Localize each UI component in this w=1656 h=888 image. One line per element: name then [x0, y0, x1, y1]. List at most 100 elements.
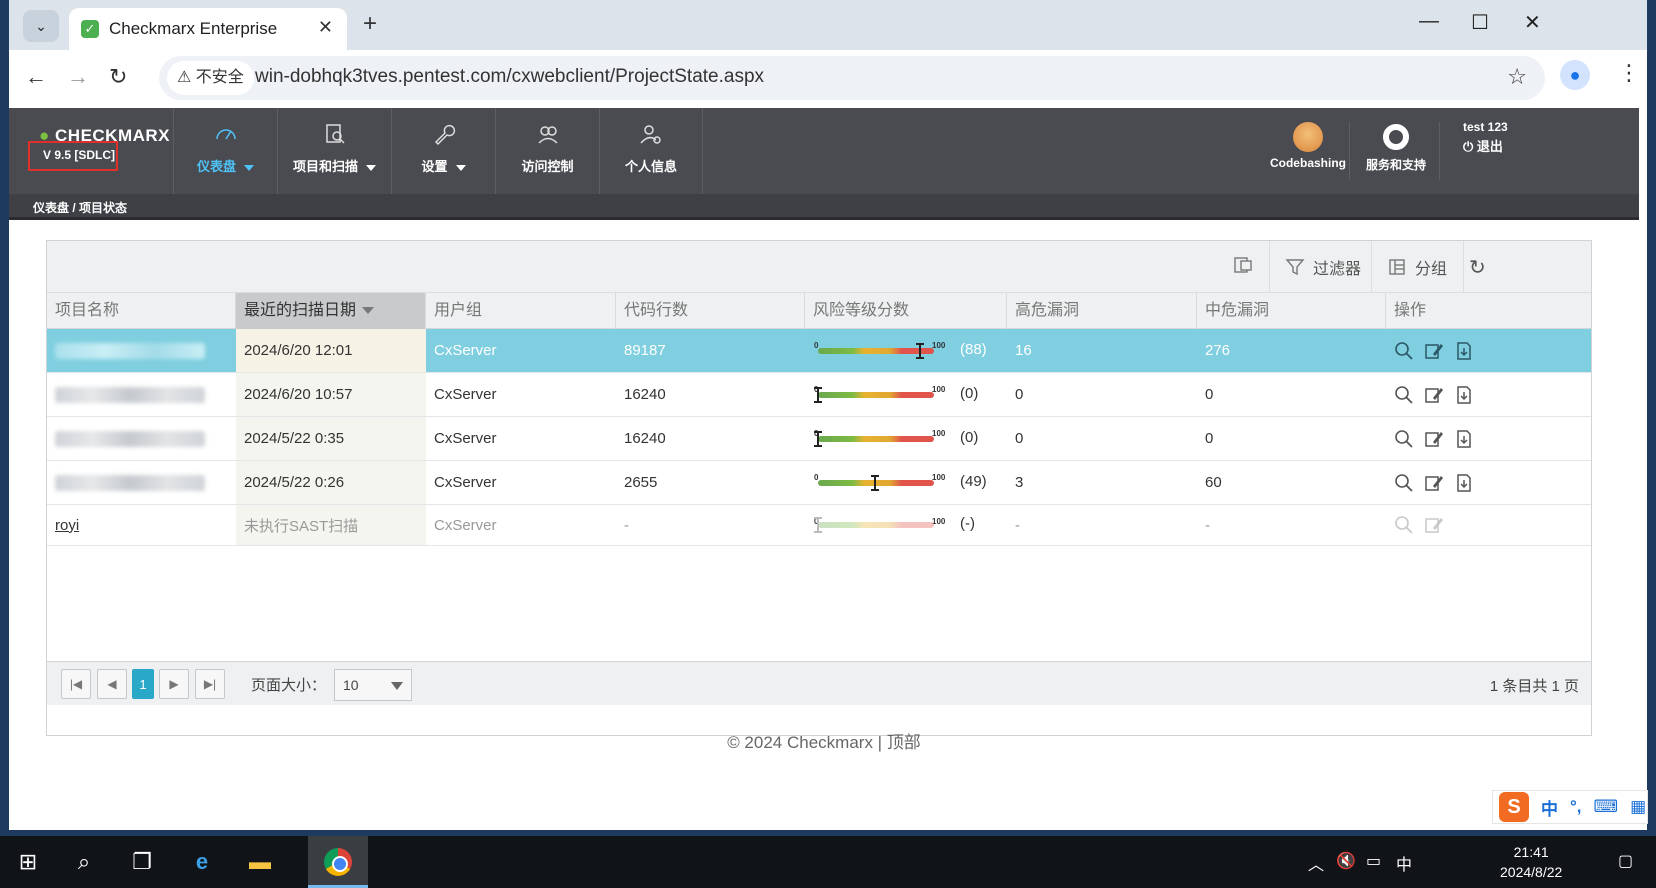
security-indicator[interactable]: ⚠ 不安全: [167, 61, 254, 95]
chevron-down-icon: [244, 164, 254, 171]
window-close-button[interactable]: ✕: [1524, 10, 1541, 35]
edit-project-icon[interactable]: [1423, 340, 1445, 362]
show-hidden-icons[interactable]: ︿: [1308, 851, 1324, 875]
browser-tab[interactable]: ✓ Checkmarx Enterprise ✕: [69, 8, 347, 50]
notifications-icon[interactable]: ▢: [1618, 851, 1633, 871]
network-icon[interactable]: ▭: [1366, 851, 1381, 871]
high-vuln-cell: 0: [1015, 386, 1024, 403]
maximize-button[interactable]: ☐: [1471, 10, 1489, 35]
table-row[interactable]: 2024/5/22 0:35CxServer162400100(0)00: [47, 417, 1591, 461]
download-report-icon[interactable]: [1453, 428, 1475, 450]
project-name-cell[interactable]: [47, 329, 236, 372]
support-label: 服务和支持: [1365, 158, 1426, 172]
row-actions: [1385, 505, 1445, 545]
nav-personal-info[interactable]: 个人信息: [599, 108, 703, 194]
table-row[interactable]: 2024/6/20 10:57CxServer162400100(0)00: [47, 373, 1591, 417]
column-loc[interactable]: 代码行数: [616, 293, 805, 329]
reload-button[interactable]: ↻: [109, 64, 127, 90]
column-project-name[interactable]: 项目名称: [47, 293, 236, 329]
next-page-button[interactable]: ▶: [159, 669, 189, 699]
chrome-taskbar-button[interactable]: [308, 836, 368, 888]
prev-page-button[interactable]: ◀: [97, 669, 127, 699]
edit-project-icon[interactable]: [1423, 472, 1445, 494]
grid-toolbar: 过滤器 分组 ↻: [47, 241, 1591, 293]
task-view-icon[interactable]: ❐: [126, 846, 158, 878]
team-cell: CxServer: [434, 430, 497, 447]
table-row[interactable]: 2024/6/20 12:01 CxServer 89187 0 100 (88) 16 27…: [47, 329, 1591, 373]
ime-grid-icon[interactable]: ▦: [1630, 797, 1646, 817]
ime-keyboard-icon[interactable]: ⌨: [1594, 797, 1619, 817]
filter-button[interactable]: 过滤器: [1285, 255, 1361, 279]
windows-start-icon[interactable]: ⊞: [12, 846, 44, 878]
address-bar[interactable]: ⚠ 不安全 win-dobhqk3tves.pentest.com/cxwebc…: [159, 56, 1545, 100]
back-button[interactable]: ←: [25, 64, 47, 90]
internet-explorer-icon[interactable]: e: [186, 846, 218, 878]
volume-muted-icon[interactable]: 🔇: [1336, 851, 1356, 871]
tab-close-icon[interactable]: ✕: [318, 17, 333, 38]
header-divider: [1349, 122, 1350, 180]
last-page-button[interactable]: ▶|: [195, 669, 225, 699]
project-name-cell[interactable]: [47, 373, 236, 416]
project-name-cell[interactable]: royi: [47, 505, 236, 545]
nav-dashboard[interactable]: 仪表盘: [173, 108, 277, 194]
url-text[interactable]: win-dobhqk3tves.pentest.com/cxwebclient/…: [255, 66, 764, 88]
ime-language[interactable]: 中: [1541, 795, 1558, 820]
profile-avatar-icon[interactable]: ●: [1560, 60, 1590, 90]
column-high[interactable]: 高危漏洞: [1007, 293, 1197, 329]
browser-menu-icon[interactable]: ⋮: [1618, 60, 1640, 86]
bookmark-star-icon[interactable]: ☆: [1507, 64, 1527, 90]
project-name-cell[interactable]: [47, 461, 236, 504]
minimize-button[interactable]: —: [1419, 10, 1439, 33]
forward-button[interactable]: →: [67, 64, 89, 90]
view-results-search-icon[interactable]: [1393, 472, 1415, 494]
nav-access-control[interactable]: 访问控制: [495, 108, 599, 194]
tab-bar: ⌄ ✓ Checkmarx Enterprise ✕ + — ☐ ✕: [9, 0, 1647, 50]
view-results-search-icon[interactable]: [1393, 514, 1415, 536]
edit-project-icon[interactable]: [1423, 384, 1445, 406]
support-link[interactable]: 服务和支持: [1355, 108, 1437, 194]
ime-toolbar[interactable]: S 中 °, ⌨ ▦: [1492, 790, 1648, 824]
tab-search-button[interactable]: ⌄: [23, 10, 59, 42]
nav-projects-scans[interactable]: 项目和扫描: [277, 108, 391, 194]
column-last-scan-date[interactable]: 最近的扫描日期: [236, 293, 426, 329]
codebashing-link[interactable]: Codebashing: [1269, 108, 1347, 194]
refresh-button[interactable]: ↻: [1469, 255, 1486, 280]
view-results-search-icon[interactable]: [1393, 428, 1415, 450]
risk-gradient-bar: [818, 435, 934, 442]
file-explorer-icon[interactable]: ▬: [244, 846, 276, 878]
logout-button[interactable]: ⏻ 退出: [1463, 136, 1521, 155]
chrome-icon: [324, 848, 352, 876]
column-risk-score[interactable]: 风险等级分数: [805, 293, 1007, 329]
column-medium[interactable]: 中危漏洞: [1197, 293, 1386, 329]
view-results-search-icon[interactable]: [1393, 384, 1415, 406]
edit-project-icon[interactable]: [1423, 514, 1445, 536]
ime-indicator[interactable]: 中: [1396, 851, 1412, 875]
ime-punctuation[interactable]: °,: [1570, 797, 1582, 817]
page-number-button[interactable]: 1: [132, 669, 154, 699]
risk-gradient-bar: [818, 522, 934, 528]
new-tab-button[interactable]: +: [363, 10, 377, 38]
download-report-icon[interactable]: [1453, 384, 1475, 406]
nav-personal-label: 个人信息: [624, 159, 677, 174]
system-clock[interactable]: 21:41 2024/8/22: [1500, 842, 1562, 882]
page-size-select[interactable]: 10: [334, 669, 412, 701]
export-button[interactable]: [1233, 255, 1253, 275]
table-row[interactable]: 2024/5/22 0:26 CxServer 2655 0 100 (49) 3 60: [47, 461, 1591, 505]
nav-settings[interactable]: 设置: [391, 108, 495, 194]
column-team[interactable]: 用户组: [426, 293, 616, 329]
view-results-search-icon[interactable]: [1393, 340, 1415, 362]
table-row[interactable]: royi未执行SAST扫描CxServer-0100(-)--: [47, 505, 1591, 546]
download-report-icon[interactable]: [1453, 340, 1475, 362]
column-actions: 操作: [1394, 302, 1427, 319]
project-name-cell[interactable]: [47, 417, 236, 460]
group-button[interactable]: 分组: [1387, 255, 1447, 279]
download-report-icon[interactable]: [1453, 472, 1475, 494]
search-icon[interactable]: ⌕: [68, 846, 100, 878]
sogou-ime-icon[interactable]: S: [1499, 792, 1529, 822]
project-search-icon: [325, 124, 345, 144]
first-page-button[interactable]: |◀: [61, 669, 91, 699]
edit-project-icon[interactable]: [1423, 428, 1445, 450]
project-state-grid: 过滤器 分组 ↻ 项目名称 最近的扫描日期 用户组 代码行数 风险等级分数 高危…: [46, 240, 1592, 736]
risk-max-label: 100: [932, 385, 946, 394]
footer-copyright[interactable]: © 2024 Checkmarx | 顶部: [9, 728, 1639, 753]
